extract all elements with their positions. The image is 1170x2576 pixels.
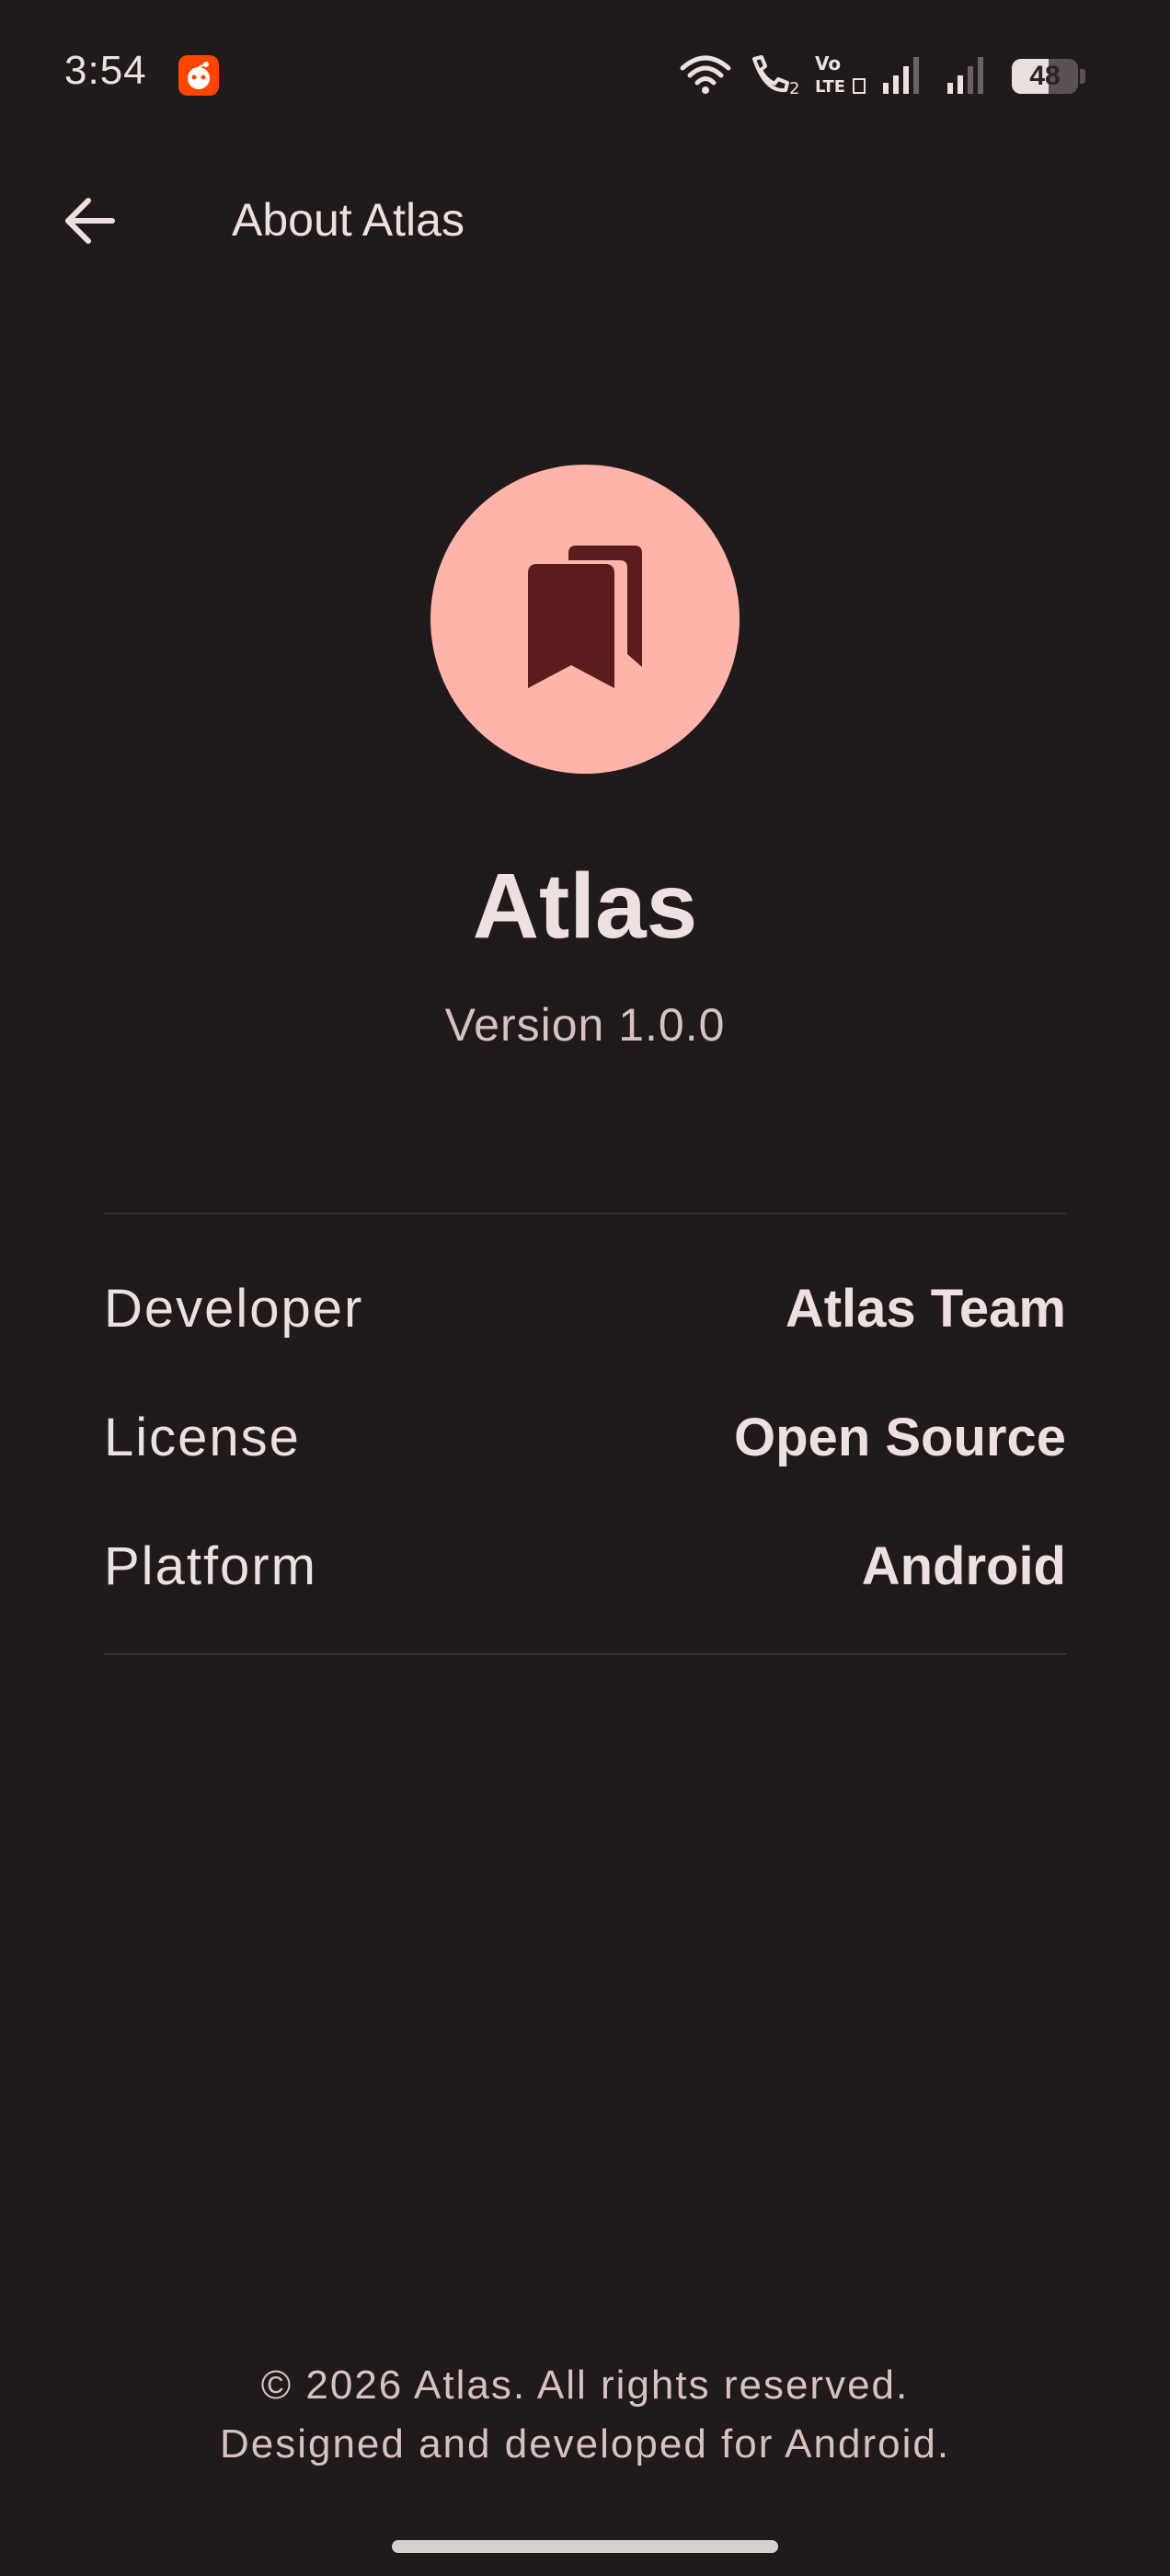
- info-row-developer: Developer Atlas Team: [104, 1262, 1066, 1354]
- signal-icon: [881, 53, 923, 96]
- battery-nub: [1080, 69, 1085, 84]
- reddit-notification-icon: [178, 55, 219, 96]
- battery-icon: 48: [1012, 59, 1078, 94]
- back-button[interactable]: [53, 184, 127, 258]
- info-value: Atlas Team: [785, 1278, 1066, 1339]
- footer-tagline: Designed and developed for Android.: [219, 2421, 951, 2467]
- status-bar: 3:54 2 Vo LTE 48: [0, 0, 1170, 147]
- wifi-icon: [679, 53, 732, 96]
- info-label: Developer: [104, 1278, 364, 1339]
- home-indicator[interactable]: [392, 2540, 778, 2553]
- signal-icon: [946, 53, 988, 96]
- info-value: Open Source: [734, 1407, 1066, 1467]
- app-bar: About Atlas: [0, 166, 1170, 276]
- bookmarks-icon: [528, 546, 642, 688]
- svg-text:Vo: Vo: [815, 52, 841, 75]
- svg-text:LTE: LTE: [815, 77, 845, 97]
- footer-copyright: © 2026 Atlas. All rights reserved.: [260, 2363, 910, 2408]
- info-label: Platform: [104, 1535, 317, 1596]
- wifi-calling-icon: 2: [747, 53, 802, 98]
- info-row-platform: Platform Android: [104, 1520, 1066, 1612]
- info-label: License: [104, 1407, 301, 1467]
- battery-level: 48: [1029, 61, 1061, 91]
- volte-icon: Vo LTE: [813, 52, 868, 98]
- page-title: About Atlas: [232, 194, 465, 246]
- app-logo: [430, 465, 740, 774]
- app-name: Atlas: [472, 855, 698, 958]
- info-value: Android: [861, 1535, 1066, 1596]
- svg-text:2: 2: [789, 79, 799, 96]
- status-time: 3:54: [64, 48, 147, 93]
- info-row-license: License Open Source: [104, 1391, 1066, 1483]
- app-version: Version 1.0.0: [444, 999, 726, 1051]
- divider: [104, 1653, 1066, 1655]
- arrow-back-icon: [65, 198, 115, 244]
- divider: [104, 1213, 1066, 1214]
